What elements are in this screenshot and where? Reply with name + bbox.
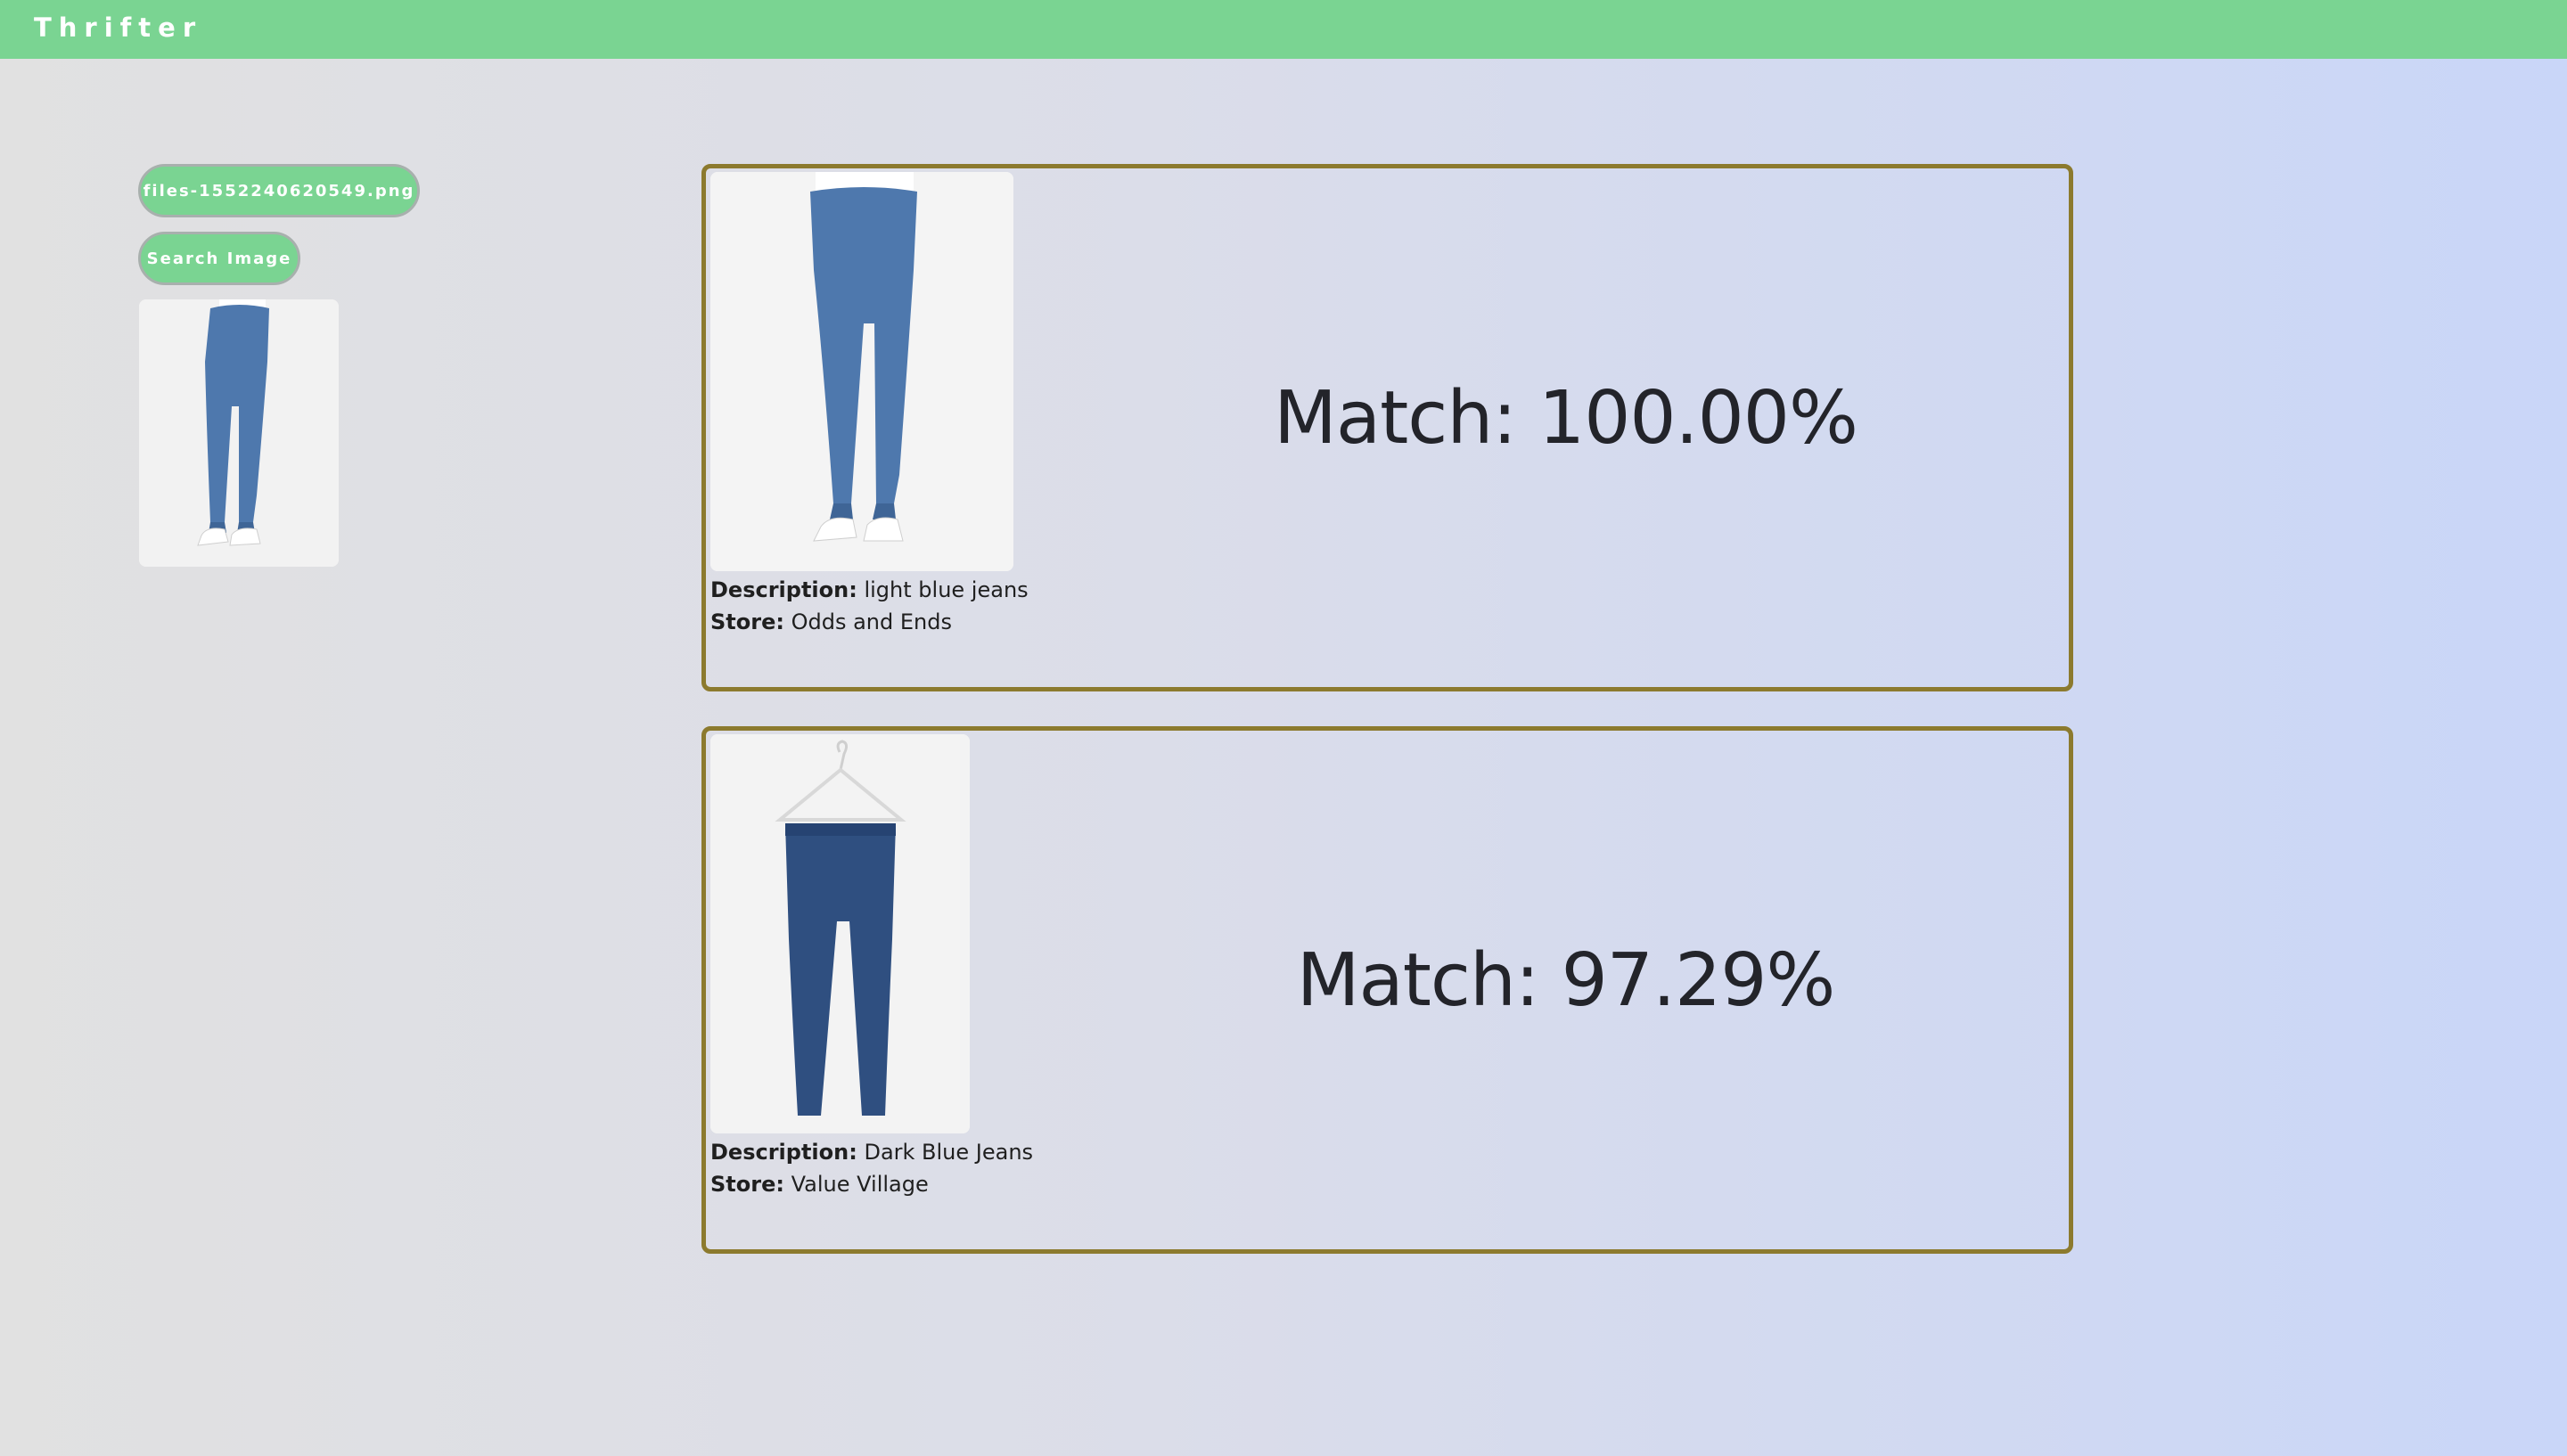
result-meta: Description: light blue jeans Store: Odd…: [710, 574, 1029, 638]
app-title: Thrifter: [34, 12, 203, 43]
description-value: light blue jeans: [864, 577, 1029, 602]
description-value: Dark Blue Jeans: [864, 1140, 1034, 1165]
store-row: Store: Value Village: [710, 1168, 1033, 1200]
store-row: Store: Odds and Ends: [710, 606, 1029, 638]
match-score: Match: 97.29%: [1296, 937, 1836, 1023]
query-image-preview: [139, 299, 339, 567]
result-product-image: [710, 734, 970, 1133]
result-card[interactable]: Description: Dark Blue Jeans Store: Valu…: [701, 726, 2073, 1254]
result-meta: Description: Dark Blue Jeans Store: Valu…: [710, 1136, 1033, 1200]
description-row: Description: light blue jeans: [710, 574, 1029, 606]
store-label: Store:: [710, 1172, 784, 1197]
result-product-image: [710, 172, 1013, 571]
description-label: Description:: [710, 577, 857, 602]
result-card[interactable]: Description: light blue jeans Store: Odd…: [701, 164, 2073, 691]
store-label: Store:: [710, 609, 784, 634]
top-bar: Thrifter: [0, 0, 2567, 59]
description-label: Description:: [710, 1140, 857, 1165]
file-picker-button[interactable]: files-1552240620549.png: [138, 164, 420, 217]
store-value: Value Village: [791, 1172, 929, 1197]
description-row: Description: Dark Blue Jeans: [710, 1136, 1033, 1168]
match-score: Match: 100.00%: [1274, 375, 1858, 461]
search-image-button[interactable]: Search Image: [138, 232, 300, 285]
store-value: Odds and Ends: [791, 609, 952, 634]
